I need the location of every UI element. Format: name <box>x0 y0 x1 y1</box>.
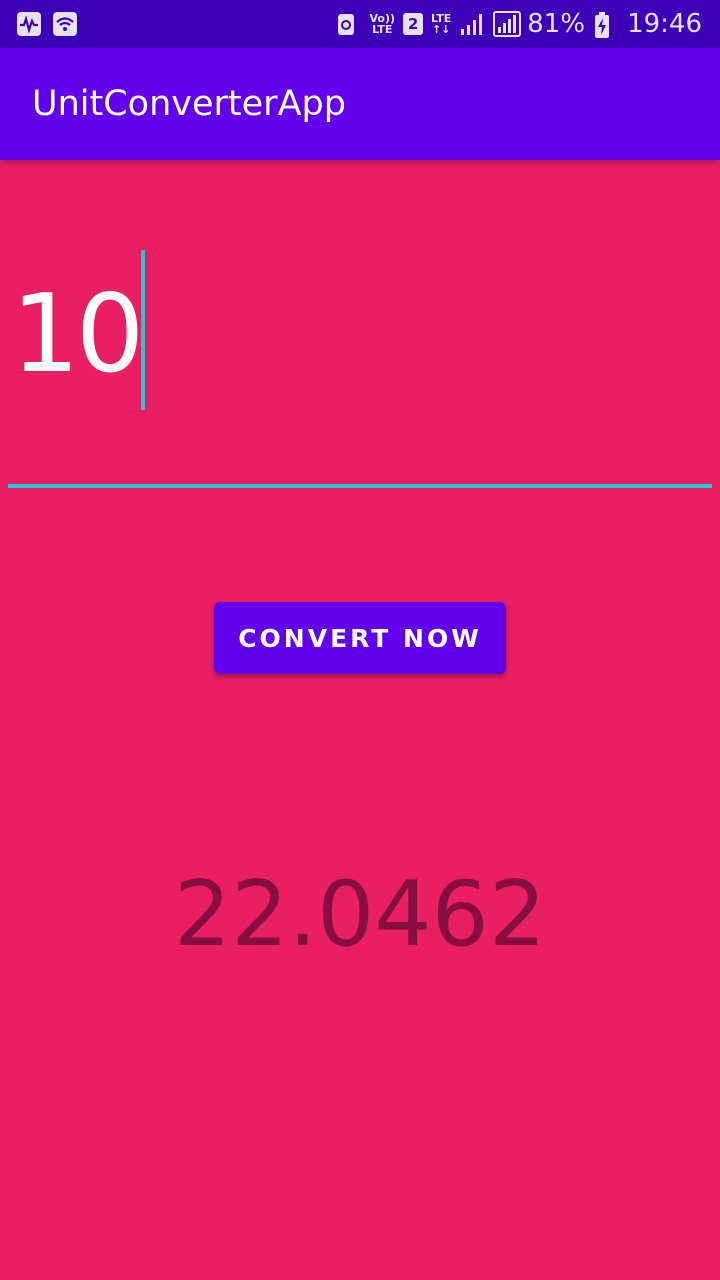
input-underline <box>8 484 712 488</box>
volte-bottom-label: LTE <box>372 23 393 36</box>
app-bar: UnitConverterApp <box>0 48 720 160</box>
value-input[interactable]: 10 <box>8 246 712 488</box>
wifi-icon <box>52 11 78 37</box>
text-cursor <box>141 250 145 410</box>
app-title: UnitConverterApp <box>32 84 346 124</box>
data-arrows-icon: ↑↓ <box>431 23 451 36</box>
volte-indicator: Vo)) LTE <box>370 13 396 35</box>
input-value-text[interactable]: 10 <box>11 270 144 400</box>
status-right-icons: Vo)) LTE 2 LTE ↑↓ 81% 19:46 <box>336 0 702 48</box>
clock-time: 19:46 <box>627 9 702 39</box>
convert-now-button[interactable]: CONVERT NOW <box>214 602 506 674</box>
signal-icon-1 <box>459 11 485 37</box>
battery-percent: 81% <box>527 9 586 39</box>
data-saver-icon <box>336 11 362 37</box>
sim-indicator: 2 <box>403 13 424 35</box>
signal-icon-2 <box>493 11 522 37</box>
status-left-icons <box>16 11 78 37</box>
battery-charging-icon <box>593 11 619 38</box>
lte-indicator: LTE ↑↓ <box>431 13 451 35</box>
result-value: 22.0462 <box>173 862 547 967</box>
activity-icon <box>16 11 42 37</box>
status-bar: Vo)) LTE 2 LTE ↑↓ 81% 19:46 <box>0 0 720 48</box>
